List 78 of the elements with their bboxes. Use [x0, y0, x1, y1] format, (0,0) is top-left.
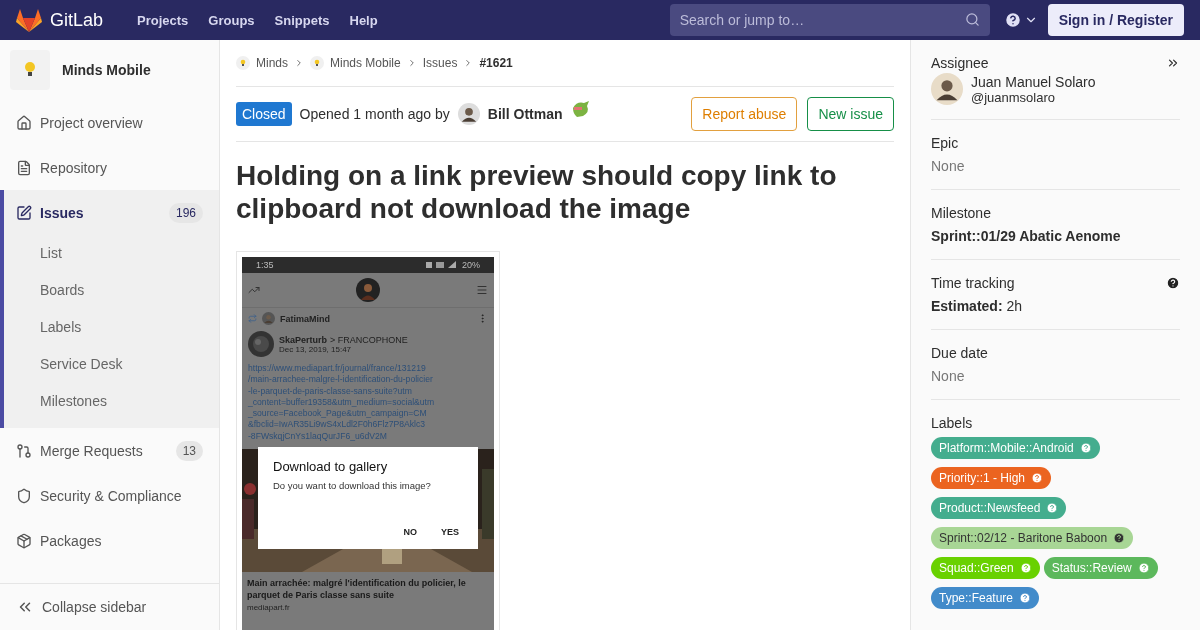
package-icon — [16, 532, 32, 549]
dialog-title: Download to gallery — [273, 459, 389, 475]
issues-icon — [16, 204, 32, 221]
label-tag[interactable]: Sprint::02/12 - Baritone Baboon — [931, 527, 1134, 549]
sidebar-item[interactable]: Merge Requests 13 — [4, 428, 219, 473]
section-value: None — [931, 368, 965, 384]
nav-link[interactable]: Help — [349, 12, 378, 28]
logo-icon[interactable] — [16, 8, 42, 32]
help-icon[interactable] — [1113, 532, 1126, 544]
breadcrumb-link[interactable]: #1621 — [479, 56, 513, 70]
sidebar-item[interactable]: Security & Compliance — [4, 473, 219, 518]
sign-in-button[interactable]: Sign in / Register — [1047, 4, 1184, 36]
brand-name[interactable]: GitLab — [50, 9, 104, 31]
sidebar-subitem[interactable]: List — [4, 235, 219, 272]
label-tag[interactable]: Type::Feature — [931, 587, 1040, 609]
author-link[interactable]: Bill Ottman — [487, 106, 563, 122]
search-field[interactable]: Search or jump to… — [669, 4, 990, 36]
repost-user: FatimaMind — [280, 313, 330, 324]
section-heading: Assignee — [931, 55, 989, 71]
sidebar-item[interactable]: Packages — [4, 518, 219, 563]
sidebar-item[interactable]: Project overview — [4, 100, 219, 145]
time-estimate: Estimated: 2h — [931, 298, 1023, 314]
section-value: Sprint::01/29 Abatic Aenome — [931, 228, 1121, 244]
breadcrumb-link[interactable]: Issues — [422, 56, 458, 70]
sidebar-item[interactable]: Repository — [4, 145, 219, 190]
dialog-button[interactable]: YES — [441, 527, 459, 538]
section-heading: Epic — [931, 135, 959, 151]
trend-icon — [248, 284, 260, 296]
dialog-message: Do you want to download this image? — [273, 480, 432, 492]
sidebar-subitem[interactable]: Boards — [4, 272, 219, 309]
assignee-name[interactable]: Juan Manuel Solaro — [971, 73, 1096, 90]
shield-icon — [16, 487, 32, 504]
nav-link[interactable]: Projects — [137, 12, 189, 28]
nav-link[interactable]: Snippets — [274, 12, 330, 28]
breadcrumb-link[interactable]: Minds Mobile — [330, 56, 401, 70]
expand-icon[interactable] — [1166, 56, 1180, 70]
nav-link[interactable]: Groups — [208, 12, 255, 28]
project-name[interactable]: Minds Mobile — [62, 62, 151, 78]
section-heading: Labels — [931, 415, 973, 431]
count-badge: 13 — [175, 440, 203, 461]
project-avatar — [236, 56, 250, 70]
chevron-icon — [294, 58, 304, 68]
status-time: 1:35 — [256, 260, 274, 270]
breadcrumb-link[interactable]: Minds — [256, 56, 288, 70]
menu-icon — [476, 284, 488, 296]
sidebar-subitem[interactable]: Service Desk — [4, 346, 219, 383]
section-heading: Time tracking — [931, 275, 1015, 291]
status-icons — [426, 261, 458, 269]
section-value: None — [931, 158, 965, 174]
search-icon — [964, 12, 980, 27]
file-icon — [16, 159, 32, 176]
battery-level: 20% — [462, 260, 480, 270]
preview-title: Main arrachée: malgré l'identification du policier, le parquet de Paris classe sans suite — [247, 578, 467, 602]
sidebar-subitem[interactable]: Labels — [4, 309, 219, 346]
issue-title: Holding on a link preview should copy link to clipboard not download the image — [236, 159, 838, 225]
merge-icon — [16, 442, 32, 459]
help-button[interactable] — [1003, 11, 1038, 29]
opened-text: Opened 1 month ago by — [299, 106, 450, 122]
post-channel: > FRANCOPHONE — [330, 334, 408, 345]
post-date: Dec 13, 2019, 15:47 — [279, 344, 353, 354]
project-avatar — [310, 56, 324, 70]
home-icon — [16, 114, 32, 131]
preview-source: mediapart.fr — [247, 603, 291, 613]
repost-icon — [248, 314, 257, 323]
status-badge: Closed — [236, 102, 292, 126]
sidebar-item[interactable]: Issues 196 — [4, 190, 219, 235]
section-heading: Due date — [931, 345, 988, 361]
user-avatar — [262, 312, 275, 325]
author-avatar — [457, 103, 480, 125]
post-author: SkaPerturb — [279, 334, 328, 345]
sidebar-subitem[interactable]: Milestones — [4, 383, 219, 420]
dialog-button[interactable]: NO — [403, 527, 417, 538]
help-icon — [1003, 11, 1022, 29]
action-button[interactable]: New issue — [807, 97, 894, 131]
section-heading: Milestone — [931, 205, 991, 221]
assignee-avatar — [931, 73, 963, 105]
count-badge: 196 — [168, 202, 203, 223]
assignee-handle: @juanmsolaro — [971, 89, 1056, 105]
